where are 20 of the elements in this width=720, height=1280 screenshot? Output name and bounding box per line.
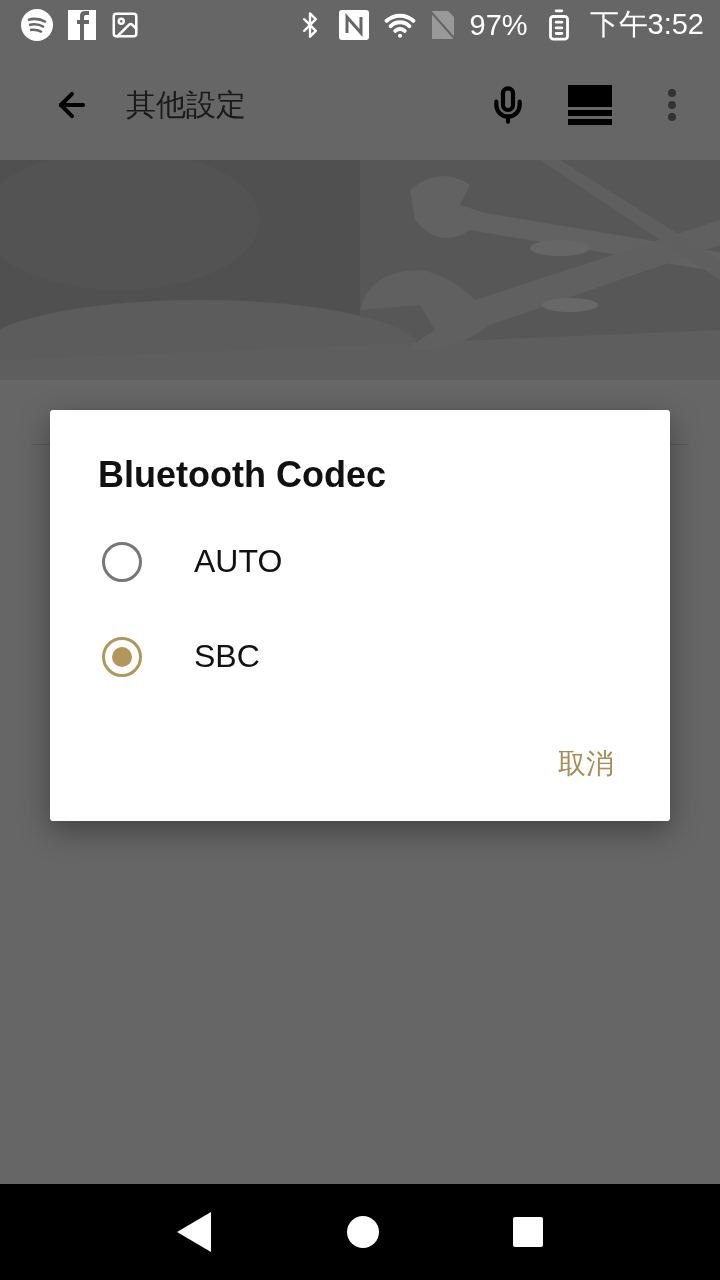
battery-percentage: 97% [469, 8, 528, 42]
more-icon [668, 89, 676, 121]
dialog-title: Bluetooth Codec [97, 454, 387, 496]
option-label: SBC [194, 638, 260, 675]
no-sim-icon [429, 9, 456, 41]
home-icon[interactable] [346, 1215, 380, 1249]
back-icon[interactable] [176, 1212, 213, 1252]
layout-icon [568, 85, 612, 125]
toolbar-title: 其他設定 [126, 86, 246, 123]
codec-option[interactable]: AUTO [50, 514, 670, 609]
music-app-icon [20, 8, 54, 42]
clock: 下午3:52 [589, 7, 704, 42]
recents-icon[interactable] [513, 1217, 544, 1247]
nfc-icon [337, 9, 370, 41]
image-icon [110, 10, 140, 40]
codec-option[interactable]: SBC [50, 609, 670, 704]
radio-button[interactable] [102, 541, 142, 582]
radio-button-selected[interactable] [102, 636, 142, 677]
social-app-icon [68, 10, 96, 40]
option-label: AUTO [194, 543, 283, 580]
